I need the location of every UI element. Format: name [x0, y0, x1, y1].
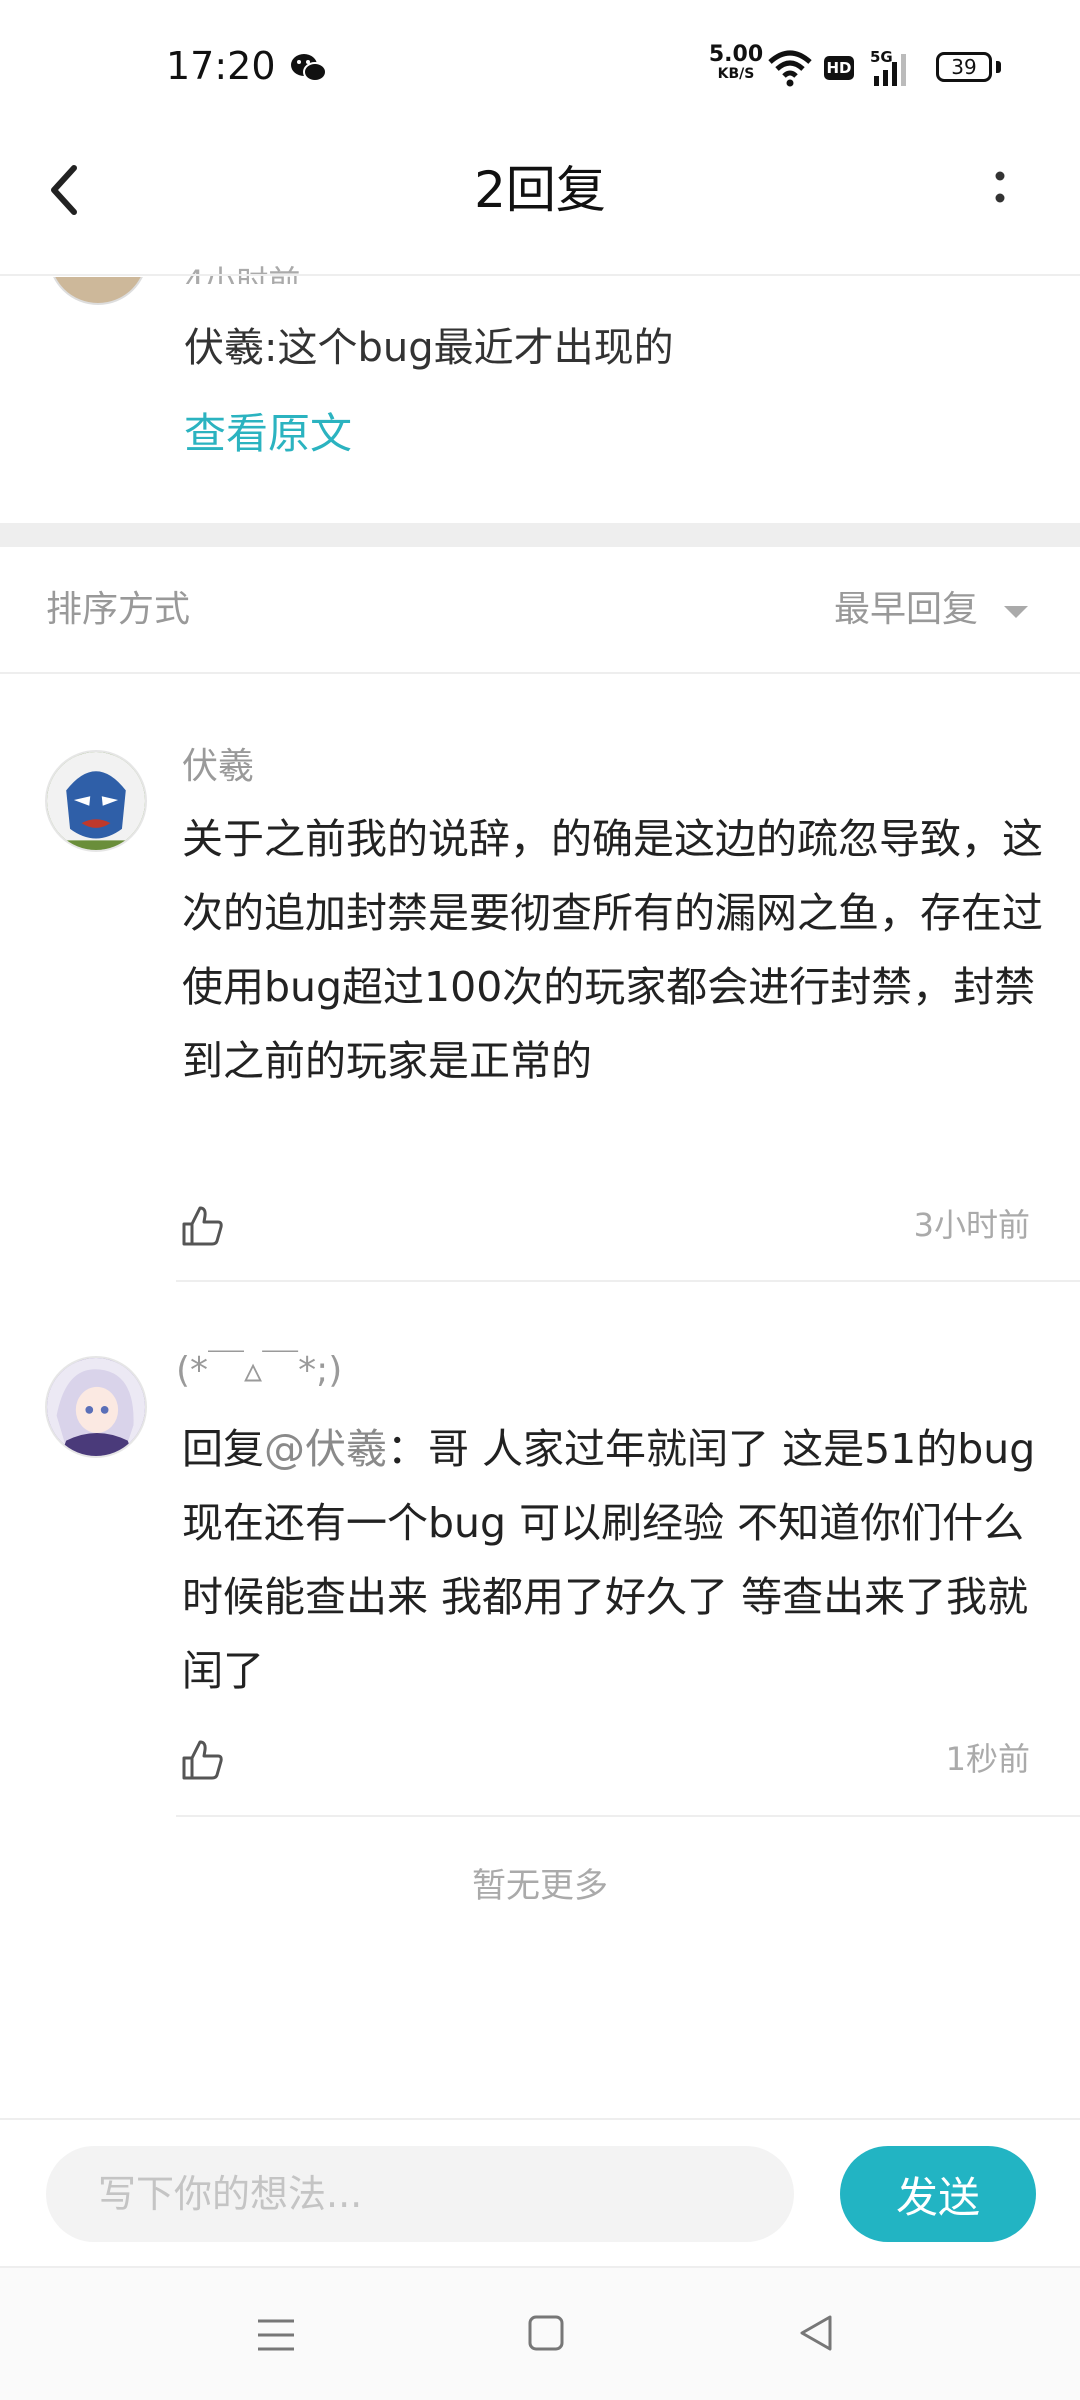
wifi-icon — [768, 50, 812, 87]
section-divider — [0, 523, 1080, 547]
avatar[interactable] — [45, 750, 147, 852]
network-speed-value: 5.00 — [708, 42, 764, 67]
avatar-image — [47, 1358, 145, 1456]
reply-prefix: 回复 — [182, 1425, 264, 1473]
original-comment-text: 伏羲:这个bug最近才出现的 — [184, 325, 674, 371]
reply-username[interactable]: 伏羲 — [182, 742, 254, 792]
wechat-icon — [291, 54, 327, 82]
header-divider — [0, 274, 1080, 276]
signal-label: 5G — [870, 48, 893, 66]
avatar-image — [47, 752, 145, 850]
reply-time: 3小时前 — [913, 1206, 1030, 1244]
back-icon[interactable] — [44, 160, 84, 220]
home-square-icon[interactable] — [526, 2313, 566, 2353]
no-more-label: 暂无更多 — [472, 1866, 608, 1906]
mention-link[interactable]: @伏羲 — [264, 1425, 387, 1473]
reply-divider — [176, 1280, 1080, 1282]
sort-label: 排序方式 — [46, 589, 191, 630]
original-time: 4小时前 — [184, 263, 301, 284]
reply-time: 1秒前 — [945, 1740, 1030, 1778]
more-vertical-icon[interactable] — [990, 168, 1010, 216]
back-triangle-icon[interactable] — [796, 2313, 836, 2353]
avatar[interactable] — [45, 1356, 147, 1458]
comment-input[interactable] — [46, 2146, 794, 2242]
network-speed-unit: KB/S — [717, 66, 755, 82]
battery-tip — [996, 61, 1001, 73]
battery-icon: 39 — [936, 52, 992, 82]
status-time: 17:20 — [166, 44, 276, 88]
caret-down-icon[interactable] — [1004, 606, 1028, 618]
reply-body: 关于之前我的说辞，的确是这边的疏忽导致，这次的追加封禁是要彻查所有的漏网之鱼，存… — [182, 815, 1043, 1085]
view-original-link[interactable]: 查看原文 — [184, 404, 352, 464]
reply-username[interactable]: (*￣▵￣*;) — [176, 1346, 342, 1396]
reply-body: 回复@伏羲：哥 人家过年就闰了 这是51的bug 现在还有一个bug 可以刷经验… — [182, 1412, 1048, 1708]
send-button[interactable]: 发送 — [840, 2146, 1036, 2242]
sort-dropdown[interactable]: 最早回复 — [834, 580, 978, 640]
hd-badge: HD — [824, 56, 854, 80]
input-divider — [0, 2118, 1080, 2120]
sort-divider — [0, 672, 1080, 674]
thumbs-up-icon[interactable] — [180, 1204, 224, 1248]
menu-icon[interactable] — [256, 2315, 296, 2355]
signal-icon: 5G — [870, 48, 906, 86]
thumbs-up-icon[interactable] — [180, 1738, 224, 1782]
network-speed: 5.00 KB/S — [706, 42, 766, 83]
reply-divider — [176, 1815, 1080, 1817]
page-title: 2回复 — [474, 161, 606, 219]
